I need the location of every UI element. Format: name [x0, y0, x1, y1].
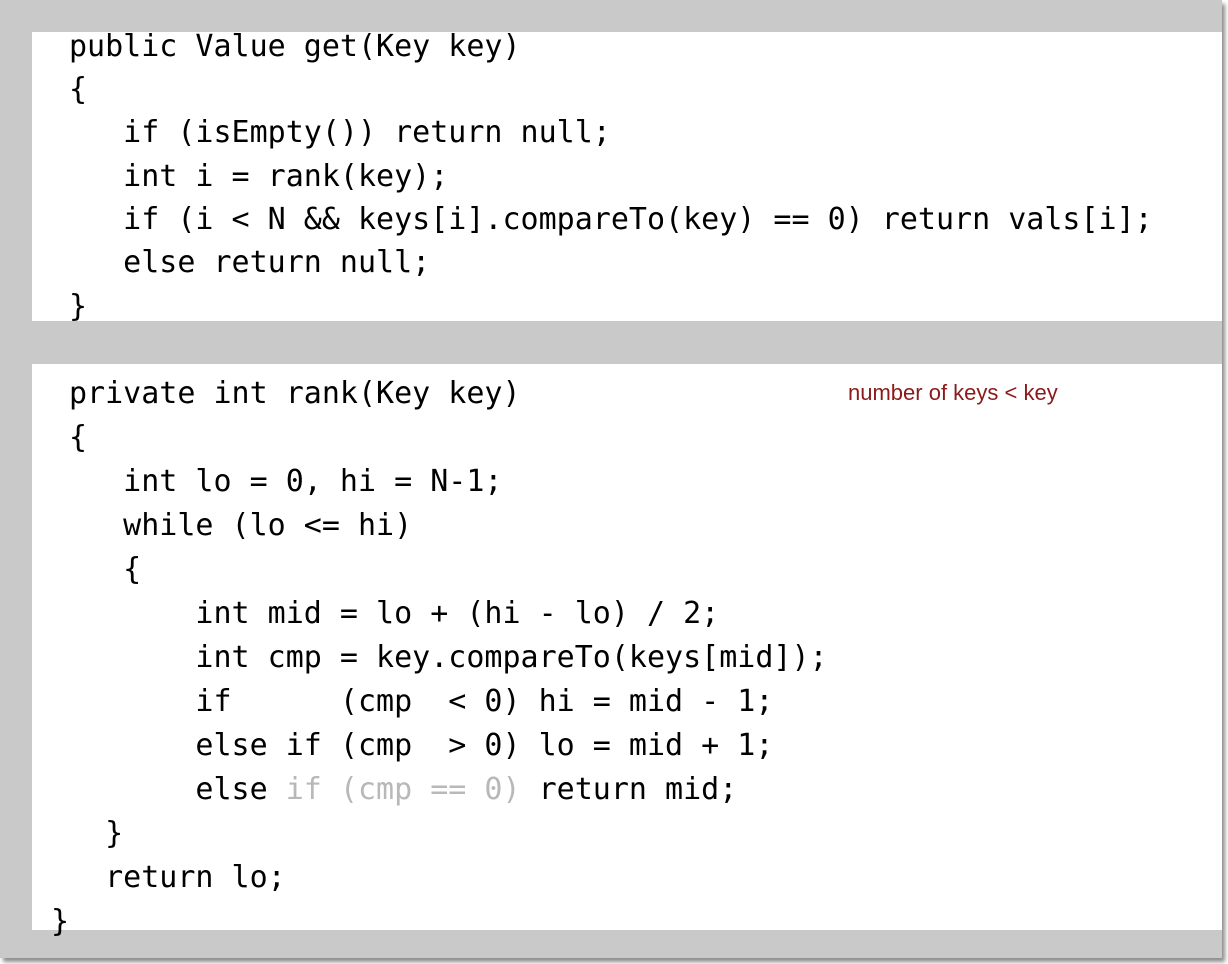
code-line: if (i < N && keys[i].compareTo(key) == 0… — [69, 202, 1153, 237]
slide-frame: public Value get(Key key) { if (isEmpty(… — [0, 0, 1222, 958]
code-line: { — [69, 420, 88, 455]
code-line: if (cmp < 0) hi = mid - 1; — [69, 684, 774, 719]
code-line: { — [69, 552, 142, 587]
code-line: int lo = 0, hi = N-1; — [69, 464, 503, 499]
get-method-panel: public Value get(Key key) { if (isEmpty(… — [32, 29, 1222, 324]
code-text: else — [69, 772, 286, 807]
code-text: return mid; — [520, 772, 738, 807]
code-line: if (isEmpty()) return null; — [69, 115, 611, 150]
code-line: } — [69, 289, 88, 324]
code-line: while (lo <= hi) — [69, 508, 413, 543]
code-line: int mid = lo + (hi - lo) / 2; — [69, 596, 720, 631]
code-line: } — [51, 904, 70, 939]
rank-annotation: number of keys < key — [848, 380, 1058, 405]
code-line: private int rank(Key key) — [69, 376, 521, 411]
code-line: int cmp = key.compareTo(keys[mid]); — [69, 640, 828, 675]
code-line: return lo; — [69, 860, 286, 895]
code-line: else return null; — [69, 245, 431, 280]
code-line: } — [69, 816, 124, 851]
rank-method-panel: number of keys < key private int rank(Ke… — [32, 364, 1222, 939]
code-line: { — [69, 72, 88, 107]
faded-code: if (cmp == 0) — [285, 772, 521, 807]
code-line-else-return: else if (cmp == 0) return mid; — [69, 772, 737, 808]
code-line: int i = rank(key); — [69, 159, 449, 194]
code-line: else if (cmp > 0) lo = mid + 1; — [69, 728, 774, 763]
code-line: public Value get(Key key) — [69, 29, 521, 64]
